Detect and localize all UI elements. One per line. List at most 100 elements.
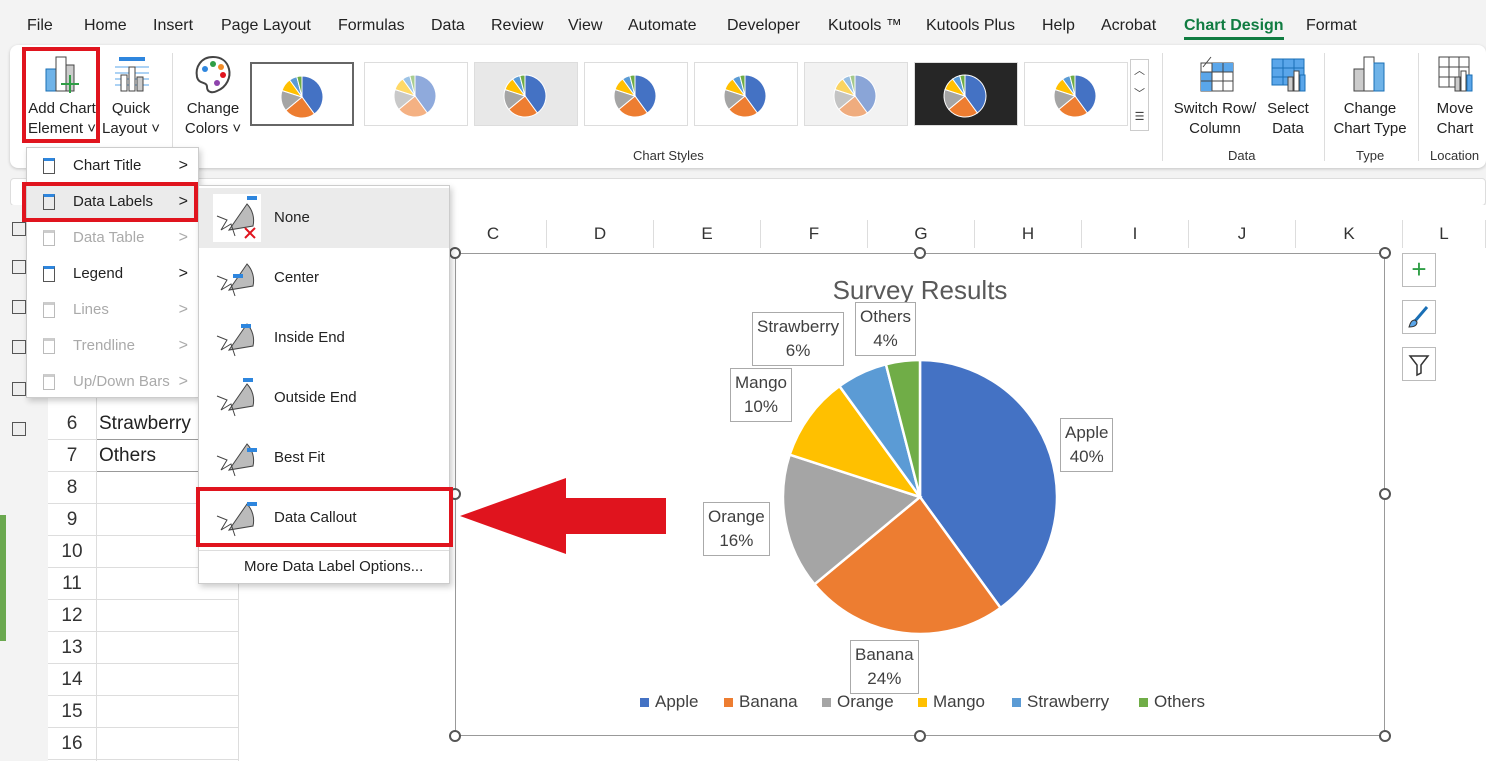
data-callout-strawberry[interactable]: Strawberry 6% — [752, 312, 845, 366]
tab-kutools-plus[interactable]: Kutools Plus — [926, 17, 1015, 35]
menu-item-data-table[interactable]: Data Table > — [27, 220, 198, 256]
scroll-down-icon[interactable]: ﹀ — [1131, 83, 1148, 106]
tab-acrobat[interactable]: Acrobat — [1101, 17, 1156, 35]
switch-row-column-button[interactable]: Switch Row/Column — [1170, 53, 1260, 139]
tab-formulas[interactable]: Formulas — [338, 17, 405, 35]
tab-automate[interactable]: Automate — [628, 17, 696, 35]
tab-review[interactable]: Review — [491, 17, 543, 35]
column-header-E[interactable]: E — [654, 220, 761, 248]
legend-item-apple[interactable]: Apple — [640, 692, 698, 712]
resize-handle[interactable] — [1379, 488, 1391, 500]
row-header-10[interactable]: 10 — [48, 536, 96, 568]
data-callout-orange[interactable]: Orange 16% — [703, 502, 770, 556]
column-header-F[interactable]: F — [761, 220, 868, 248]
row-header-6[interactable]: 6 — [48, 408, 96, 440]
cell-b12[interactable] — [96, 600, 238, 632]
sidebar-tool-icon[interactable] — [12, 222, 26, 236]
legend-item-orange[interactable]: Orange — [822, 692, 894, 712]
column-header-K[interactable]: K — [1296, 220, 1403, 248]
menu-item-lines[interactable]: Lines > — [27, 292, 198, 328]
data-callout-mango[interactable]: Mango 10% — [730, 368, 792, 422]
scroll-up-icon[interactable]: ︿ — [1131, 60, 1148, 83]
data-callout-banana[interactable]: Banana 24% — [850, 640, 919, 694]
row-header-11[interactable]: 11 — [48, 568, 96, 600]
submenu-item-none[interactable]: None — [199, 188, 449, 248]
submenu-item-outside-end[interactable]: Outside End — [199, 368, 449, 428]
row-header-13[interactable]: 13 — [48, 632, 96, 664]
legend-item-others[interactable]: Others — [1139, 692, 1205, 712]
resize-handle[interactable] — [914, 247, 926, 259]
sidebar-tool-icon[interactable] — [12, 340, 26, 354]
gallery-scroll[interactable]: ︿ ﹀ ☰ — [1130, 59, 1149, 131]
sidebar-tool-icon[interactable] — [12, 422, 26, 436]
tab-help[interactable]: Help — [1042, 17, 1075, 35]
chart-style-3[interactable] — [474, 62, 578, 126]
data-callout-apple[interactable]: Apple 40% — [1060, 418, 1114, 472]
row-header-9[interactable]: 9 — [48, 504, 96, 536]
tab-page-layout[interactable]: Page Layout — [221, 17, 311, 35]
row-header-16[interactable]: 16 — [48, 728, 96, 760]
chart-style-8[interactable] — [1024, 62, 1128, 126]
tab-data[interactable]: Data — [431, 17, 465, 35]
legend-item-strawberry[interactable]: Strawberry — [1012, 692, 1109, 712]
resize-handle[interactable] — [1379, 247, 1391, 259]
submenu-item-inside-end[interactable]: Inside End — [199, 308, 449, 368]
chart-style-7[interactable] — [914, 62, 1018, 126]
tab-kutools-[interactable]: Kutools ™ — [828, 17, 902, 35]
column-header-C[interactable]: C — [440, 220, 547, 248]
change-chart-type-button[interactable]: Change Chart Type — [1328, 53, 1412, 139]
change-colors-button[interactable]: Change Colors ˅ — [180, 53, 246, 139]
column-header-I[interactable]: I — [1082, 220, 1189, 248]
column-header-J[interactable]: J — [1189, 220, 1296, 248]
cell-b14[interactable] — [96, 664, 238, 696]
data-callout-others[interactable]: Others 4% — [855, 302, 917, 356]
column-header-D[interactable]: D — [547, 220, 654, 248]
column-header-G[interactable]: G — [868, 220, 975, 248]
chart-elements-plus-icon[interactable]: + — [1402, 253, 1436, 287]
row-header-7[interactable]: 7 — [48, 440, 96, 472]
menu-item-trendline[interactable]: Trendline > — [27, 328, 198, 364]
menu-item-up-down-bars[interactable]: Up/Down Bars > — [27, 364, 198, 400]
menu-item-chart-title[interactable]: Chart Title > — [27, 148, 198, 184]
row-header-14[interactable]: 14 — [48, 664, 96, 696]
row-header-12[interactable]: 12 — [48, 600, 96, 632]
row-header-8[interactable]: 8 — [48, 472, 96, 504]
submenu-item-center[interactable]: Center — [199, 248, 449, 308]
chart-style-1[interactable] — [250, 62, 354, 126]
sidebar-handle[interactable] — [0, 515, 6, 641]
resize-handle[interactable] — [914, 730, 926, 742]
chart-filter-icon[interactable] — [1402, 347, 1436, 381]
resize-handle[interactable] — [1379, 730, 1391, 742]
tab-file[interactable]: File — [27, 17, 53, 35]
tab-view[interactable]: View — [568, 17, 602, 35]
menu-item-legend[interactable]: Legend > — [27, 256, 198, 292]
cell-b16[interactable] — [96, 728, 238, 760]
cell-b13[interactable] — [96, 632, 238, 664]
chart-styles-brush-icon[interactable] — [1402, 300, 1436, 334]
tab-developer[interactable]: Developer — [727, 17, 800, 35]
more-data-label-options[interactable]: More Data Label Options... — [244, 558, 423, 575]
quick-layout-button[interactable]: Quick Layout ˅ — [100, 53, 162, 139]
tab-format[interactable]: Format — [1306, 17, 1357, 35]
sidebar-tool-icon[interactable] — [12, 260, 26, 274]
cell-b15[interactable] — [96, 696, 238, 728]
move-chart-button[interactable]: Move Chart — [1424, 53, 1486, 139]
chart-title[interactable]: Survey Results — [455, 275, 1385, 306]
column-header-H[interactable]: H — [975, 220, 1082, 248]
chart-style-2[interactable] — [364, 62, 468, 126]
legend-item-mango[interactable]: Mango — [918, 692, 985, 712]
tab-chart-design[interactable]: Chart Design — [1184, 17, 1284, 40]
gallery-more-icon[interactable]: ☰ — [1131, 106, 1148, 129]
row-header-15[interactable]: 15 — [48, 696, 96, 728]
submenu-item-best-fit[interactable]: Best Fit — [199, 428, 449, 488]
tab-insert[interactable]: Insert — [153, 17, 193, 35]
chart-style-4[interactable] — [584, 62, 688, 126]
tab-home[interactable]: Home — [84, 17, 127, 35]
select-data-button[interactable]: Select Data — [1262, 53, 1314, 139]
legend-item-banana[interactable]: Banana — [724, 692, 798, 712]
column-header-L[interactable]: L — [1403, 220, 1486, 248]
chart-style-5[interactable] — [694, 62, 798, 126]
sidebar-tool-icon[interactable] — [12, 382, 26, 396]
chart-style-6[interactable] — [804, 62, 908, 126]
resize-handle[interactable] — [449, 247, 461, 259]
